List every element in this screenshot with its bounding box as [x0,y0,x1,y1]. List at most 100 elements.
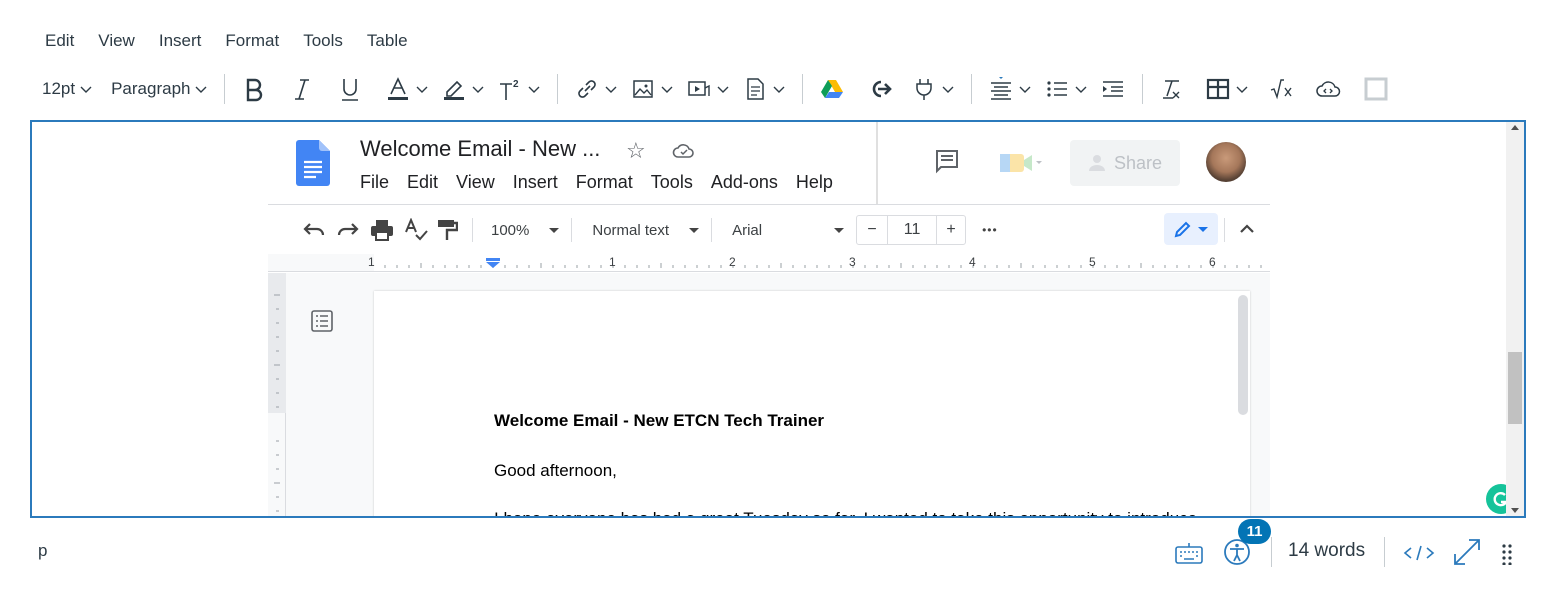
table-icon [1207,78,1230,100]
bullet-list-icon [1047,81,1068,97]
chevron-up-icon [1240,224,1254,233]
fullscreen-icon[interactable] [1452,537,1482,567]
menu-table[interactable]: Table [355,28,420,54]
doc-canvas: Welcome Email - New ETCN Tech Trainer Go… [268,273,1270,516]
share-button: Share [1070,140,1180,186]
text-color-button[interactable] [379,70,435,108]
doc-header-line [268,204,1270,205]
media-button[interactable] [680,70,736,108]
font-size-value: 11 [888,215,937,245]
superscript-button[interactable]: 2 [491,70,547,108]
menu-format[interactable]: Format [213,28,291,54]
paragraph-style-value: Normal text [592,221,670,239]
image-icon [633,80,654,98]
external-tool-icon [873,80,893,98]
menu-view[interactable]: View [86,28,147,54]
chevron-down-icon [1236,86,1248,93]
element-path[interactable]: p [38,541,47,561]
border-icon [1364,77,1388,101]
menu-tools[interactable]: Tools [291,28,355,54]
html-editor-icon[interactable] [1402,541,1436,565]
cloud-embed-button[interactable] [1309,70,1347,108]
star-icon: ☆ [626,138,646,163]
editor-statusbar: p 11 14 words [0,519,1541,580]
border-button[interactable] [1357,70,1395,108]
scrollbar-thumb[interactable] [1508,352,1522,424]
underline-button[interactable] [331,70,369,108]
align-button[interactable] [982,70,1038,108]
link-icon [578,80,597,98]
chevron-down-icon [195,86,207,93]
google-drive-icon [821,80,844,98]
doc-menu-insert: Insert [512,172,558,192]
menu-edit[interactable]: Edit [33,28,86,54]
block-format-select[interactable]: Paragraph [105,70,214,108]
doc-menu-edit: Edit [407,172,439,192]
ruler-number: 1 [368,255,375,269]
menu-insert[interactable]: Insert [147,28,214,54]
ruler-ticks [384,263,1262,268]
doc-menu-format: Format [575,172,633,192]
editor-content-area[interactable]: Welcome Email - New ... ☆ File Edit View… [30,120,1526,518]
bullet-list-button[interactable] [1038,70,1094,108]
scroll-up-icon[interactable] [1511,125,1519,130]
highlight-button[interactable] [435,70,491,108]
meet-icon [1000,154,1042,172]
keyboard-shortcuts-icon[interactable] [1174,539,1204,565]
toolbar-divider [802,74,804,104]
ruler-number: 4 [969,255,976,269]
external-tool-button[interactable] [861,70,899,108]
doc-page: Welcome Email - New ETCN Tech Trainer Go… [374,291,1250,516]
scroll-down-icon[interactable] [1511,508,1519,513]
font-size-select[interactable]: 12pt [36,70,99,108]
equation-icon [1271,79,1293,100]
clear-format-button[interactable] [1153,70,1191,108]
caret-down-icon [549,227,560,233]
google-drive-button[interactable] [813,70,851,108]
ruler-number: 3 [849,255,856,269]
plug-icon [916,79,933,100]
comment-icon [936,150,958,174]
table-button[interactable] [1199,70,1255,108]
link-button[interactable] [568,70,624,108]
image-button[interactable] [624,70,680,108]
ruler-number: 2 [729,255,736,269]
cloud-embed-icon [1316,81,1341,97]
underline-icon [342,79,359,101]
more-icon: ••• [982,223,998,237]
italic-button[interactable] [283,70,321,108]
align-icon [991,77,1012,100]
chevron-down-icon [661,86,673,93]
doc-heading: Welcome Email - New ETCN Tech Trainer [494,411,825,430]
block-format-value: Paragraph [111,79,191,98]
apps-plug-button[interactable] [905,70,961,108]
equation-button[interactable] [1263,70,1301,108]
doc-scrollbar [1238,295,1248,415]
share-label: Share [1113,152,1163,173]
vertical-ruler-ticks [274,294,280,512]
accessibility-issues-badge: 11 [1238,519,1271,544]
editor-scrollbar[interactable] [1506,122,1524,516]
toolbar-divider [971,74,973,104]
chevron-down-icon [717,86,729,93]
font-size-increase: + [936,215,967,245]
chevron-down-icon [528,86,540,93]
doc-title: Welcome Email - New ... [360,136,601,161]
chevron-down-icon [942,86,954,93]
google-docs-logo-icon [296,140,330,186]
resize-handle-icon[interactable] [1500,543,1514,565]
chevron-down-icon [605,86,617,93]
caret-down-icon [689,227,700,233]
toolbar-divider [557,74,559,104]
font-size-decrease: − [856,215,889,245]
bold-button[interactable] [235,70,273,108]
ruler-number: 6 [1209,255,1216,269]
doc-menu-addons: Add-ons [710,172,778,192]
google-docs-screenshot-image: Welcome Email - New ... ☆ File Edit View… [268,122,1270,516]
document-outline-icon [311,310,333,332]
svg-text:2: 2 [513,79,519,90]
italic-icon [295,79,310,100]
editor-menubar: Edit View Insert Format Tools Table [33,28,420,54]
document-button[interactable] [736,70,792,108]
indent-button[interactable] [1094,70,1132,108]
